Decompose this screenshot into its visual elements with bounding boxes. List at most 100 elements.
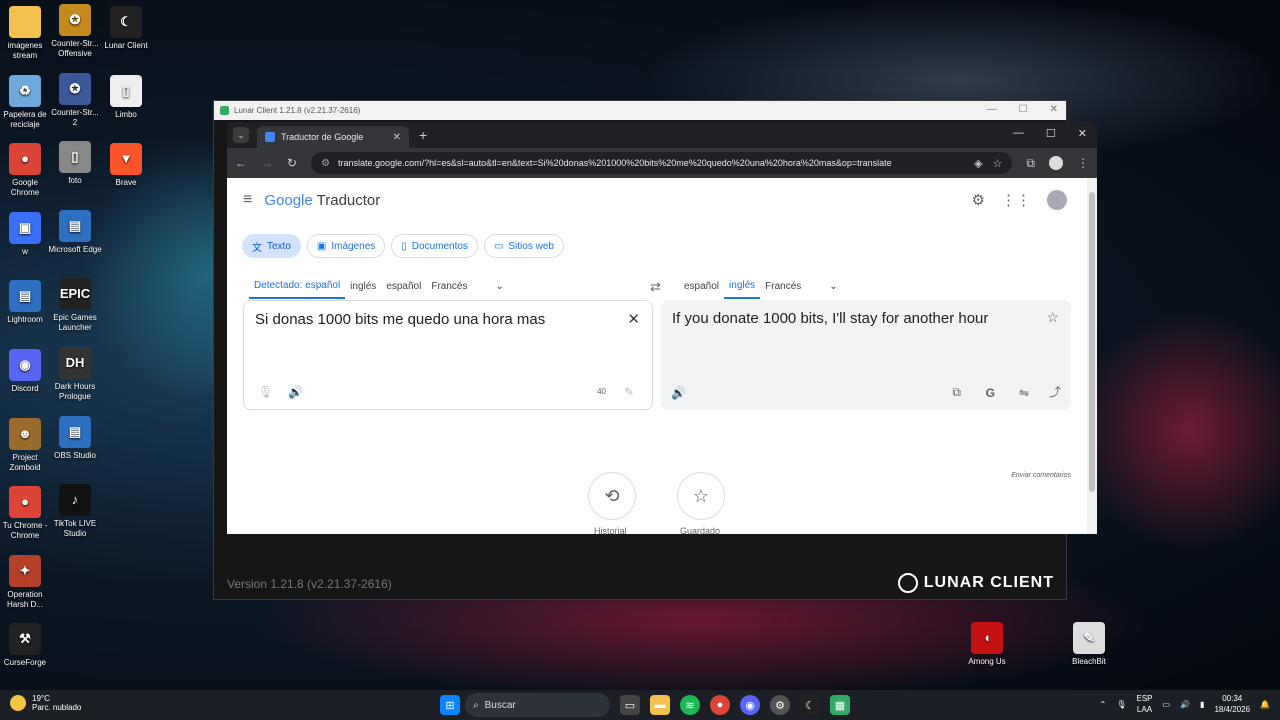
desktop-icon[interactable]: ☾ Lunar Client	[99, 6, 153, 51]
monitor-icon[interactable]: ▭	[1163, 700, 1171, 709]
volume-icon[interactable]: 🔊	[1180, 700, 1190, 709]
desktop-icon[interactable]: ✦ Operation Harsh D...	[0, 554, 52, 610]
chip-images[interactable]: ▣ Imágenes	[306, 234, 386, 258]
close-window-icon[interactable]: ✕	[1078, 127, 1087, 140]
close-tab-icon[interactable]: ✕	[393, 132, 401, 143]
desktop-icon[interactable]: ▣ w	[0, 211, 52, 257]
desktop-icon[interactable]: imagenes stream	[0, 6, 52, 61]
account-avatar[interactable]	[1047, 190, 1067, 210]
desktop-icon[interactable]: ☻ Project Zomboid	[0, 417, 52, 473]
desktop-icon[interactable]: ♪ TikTok LIVE Studio	[48, 484, 102, 539]
microphone-icon[interactable]: 🎙	[258, 385, 273, 399]
bookmark-star-icon[interactable]: ☆	[993, 157, 1003, 170]
menu-icon[interactable]: ⋮	[1077, 156, 1089, 170]
task-view-icon[interactable]: ▭	[620, 695, 640, 715]
pencil-icon[interactable]: ✎	[624, 385, 634, 399]
tab-translate[interactable]: Traductor de Google ✕	[257, 126, 409, 148]
source-textarea[interactable]: Si donas 1000 bits me quedo una hora mas…	[243, 300, 653, 410]
save-star-icon[interactable]: ☆	[1046, 309, 1059, 326]
back-icon[interactable]: ←	[235, 156, 247, 170]
scroll-thumb[interactable]	[1089, 192, 1095, 492]
notification-icon[interactable]: 🔔	[1260, 700, 1270, 709]
app-logo[interactable]: Google Traductor	[264, 192, 380, 209]
chip-websites[interactable]: ▭ Sitios web	[483, 234, 564, 258]
desktop-icon[interactable]: ✎ BleachBit	[1062, 622, 1116, 667]
target-lang-option[interactable]: Francés	[760, 275, 806, 298]
input-language[interactable]: ESP LAA	[1136, 693, 1152, 715]
maximize-icon[interactable]: ☐	[1046, 127, 1056, 140]
minecraft-icon[interactable]: ▦	[830, 695, 850, 715]
chevron-up-icon[interactable]: ⌃	[1100, 700, 1107, 709]
mic-tray-icon[interactable]: 🎙	[1116, 700, 1126, 709]
new-tab-icon[interactable]: +	[419, 127, 427, 143]
battery-icon[interactable]: ▮	[1200, 700, 1204, 709]
profile-avatar[interactable]	[1049, 156, 1063, 170]
address-bar[interactable]: ⚙ translate.google.com/?hl=es&sl=auto&tl…	[311, 152, 1013, 174]
saved-star-icon[interactable]: ☆	[677, 472, 725, 520]
share-icon[interactable]: ⤴	[1049, 383, 1061, 400]
desktop-icon[interactable]: ⚒ CurseForge	[0, 623, 52, 668]
desktop-icon[interactable]: ♻ Papelera de reciclaje	[0, 74, 52, 130]
speaker-icon[interactable]: 🔊	[288, 385, 303, 399]
apps-grid-icon[interactable]: ⋮⋮	[1001, 191, 1031, 209]
settings-icon[interactable]: ⚙	[972, 191, 985, 209]
discord-taskbar-icon[interactable]: ◉	[740, 695, 760, 715]
desktop-icon[interactable]: ● Tu Chrome - Chrome	[0, 486, 52, 541]
minimize-icon[interactable]: —	[1013, 127, 1024, 140]
desktop-icon[interactable]: ● Google Chrome	[0, 143, 52, 198]
desktop-icon[interactable]: ✪ Counter-Str... 2	[48, 72, 102, 128]
reload-icon[interactable]: ↻	[287, 156, 297, 170]
clock[interactable]: 00:34 18/4/2026	[1214, 693, 1250, 715]
history-icon[interactable]: ⟲	[588, 472, 636, 520]
lens-icon[interactable]: ◈	[974, 157, 982, 170]
app-icon: ♻	[9, 74, 41, 107]
maximize-icon[interactable]: ☐	[1019, 104, 1028, 115]
desktop-icon[interactable]: ▼ Brave	[99, 143, 153, 188]
desktop-icon[interactable]: ▤ OBS Studio	[48, 415, 102, 461]
source-lang-option[interactable]: Francés	[426, 275, 472, 298]
site-info-icon[interactable]: ⚙	[321, 158, 330, 169]
target-lang-selected[interactable]: inglés	[724, 274, 761, 299]
forward-icon[interactable]: →	[261, 156, 273, 170]
desktop-icon[interactable]: EPIC Epic Games Launcher	[48, 278, 102, 333]
chip-documents[interactable]: ▯ Documentos	[391, 234, 478, 258]
desktop-icon[interactable]: ▯ foto	[48, 141, 102, 186]
lunar-taskbar-icon[interactable]: ☾	[800, 695, 820, 715]
desktop-icon[interactable]: ▯ Limbo	[99, 74, 153, 120]
close-icon[interactable]: ✕	[1050, 104, 1058, 115]
send-feedback-link[interactable]: Enviar comentarios	[1011, 472, 1071, 479]
taskbar-search[interactable]: ⌕ Buscar	[465, 693, 610, 717]
page-scrollbar[interactable]	[1087, 178, 1097, 534]
google-icon[interactable]: G	[986, 386, 995, 400]
spotify-icon[interactable]: ≋	[680, 695, 700, 715]
source-lang-option[interactable]: inglés	[345, 275, 381, 298]
desktop-icon[interactable]: DH Dark Hours Prologue	[48, 347, 102, 402]
minimize-icon[interactable]: —	[987, 104, 997, 115]
weather-widget[interactable]: 19°C Parc. nublado	[10, 694, 81, 712]
tab-search-icon[interactable]: ⌄	[233, 127, 249, 143]
hamburger-icon[interactable]: ≡	[243, 191, 252, 209]
source-lang-detected[interactable]: Detectado: español	[249, 274, 346, 299]
desktop-icon[interactable]: ◉ Discord	[0, 349, 52, 394]
target-lang-option[interactable]: español	[679, 275, 724, 298]
chevron-down-icon[interactable]: ⌄	[490, 275, 508, 298]
desktop-icon[interactable]: ◖ Among Us	[960, 622, 1014, 667]
steam-icon[interactable]: ⚙	[770, 695, 790, 715]
source-lang-option[interactable]: español	[381, 275, 426, 298]
chip-text[interactable]: 文 Texto	[242, 234, 301, 258]
desktop-icon[interactable]: ✪ Counter-Str... Offensive	[48, 4, 102, 59]
desktop-icon[interactable]: ▤ Microsoft Edge	[48, 209, 102, 255]
desktop-icon[interactable]: ▤ Lightroom	[0, 280, 52, 325]
rate-icon[interactable]: ⇋	[1019, 386, 1029, 400]
speaker-icon[interactable]: 🔊	[671, 386, 686, 400]
lunar-titlebar[interactable]: Lunar Client 1.21.8 (v2.21.37-2616)	[214, 101, 1066, 120]
source-text[interactable]: Si donas 1000 bits me quedo una hora mas	[255, 311, 545, 328]
chevron-down-icon[interactable]: ⌄	[824, 275, 842, 298]
copy-icon[interactable]: ⧉	[952, 385, 961, 400]
chrome-taskbar-icon[interactable]: ●	[710, 695, 730, 715]
swap-languages-icon[interactable]: ⇄	[650, 279, 661, 295]
start-icon[interactable]: ⊞	[440, 695, 460, 715]
extensions-icon[interactable]: ⧉	[1026, 156, 1035, 171]
clear-icon[interactable]: ✕	[627, 310, 640, 328]
file-explorer-icon[interactable]: ▬	[650, 695, 670, 715]
